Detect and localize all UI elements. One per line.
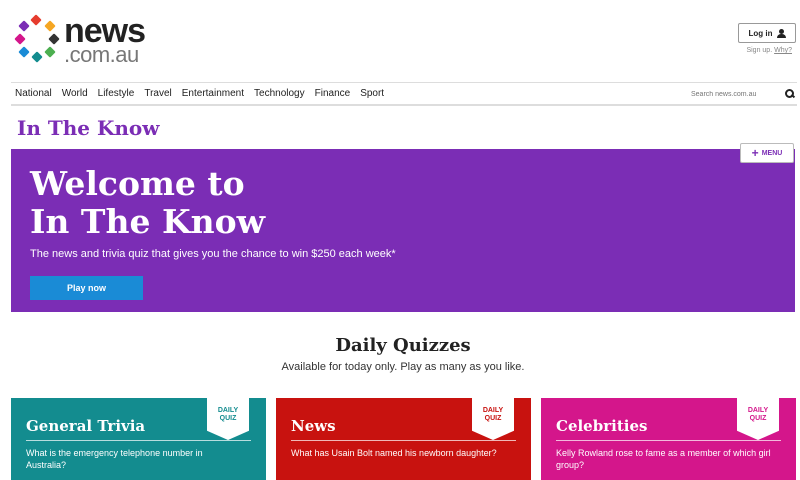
search-icon[interactable] bbox=[785, 89, 795, 99]
card-title: News bbox=[291, 417, 336, 435]
quiz-card-celebrities[interactable]: DAILY QUIZ Celebrities Kelly Rowland ros… bbox=[541, 398, 796, 480]
main-nav: National World Lifestyle Travel Entertai… bbox=[11, 82, 797, 106]
logo-dots-icon bbox=[14, 14, 60, 63]
nav-item-national[interactable]: National bbox=[15, 88, 52, 99]
menu-button[interactable]: + MENU bbox=[740, 143, 794, 163]
badge-line1: DAILY bbox=[747, 407, 769, 414]
card-question: What is the emergency telephone number i… bbox=[26, 448, 203, 470]
badge-line2: QUIZ bbox=[749, 415, 767, 422]
card-divider bbox=[26, 440, 251, 441]
badge-line1: DAILY bbox=[482, 407, 504, 414]
daily-quiz-badge: DAILY QUIZ bbox=[207, 398, 249, 440]
quiz-card-news[interactable]: DAILY QUIZ News What has Usain Bolt name… bbox=[276, 398, 531, 480]
login-button[interactable]: Log in bbox=[738, 23, 796, 43]
menu-label: MENU bbox=[761, 149, 783, 157]
badge-line1: DAILY bbox=[217, 407, 239, 414]
logo-word-com-au: .com.au bbox=[64, 42, 139, 67]
signup-line: Sign up. Why? bbox=[746, 47, 792, 54]
site-header: news .com.au Log in Sign up. Why? bbox=[0, 0, 800, 80]
nav-item-world[interactable]: World bbox=[62, 88, 88, 99]
page-title: In The Know bbox=[17, 116, 160, 140]
play-now-button[interactable]: Play now bbox=[30, 276, 143, 300]
card-divider bbox=[291, 440, 516, 441]
quiz-card-general-trivia[interactable]: DAILY QUIZ General Trivia What is the em… bbox=[11, 398, 266, 480]
signup-link[interactable]: Sign up. bbox=[746, 47, 772, 54]
daily-quizzes-title: Daily Quizzes bbox=[335, 335, 471, 356]
hero-title: Welcome to In The Know bbox=[30, 165, 265, 241]
nav-item-travel[interactable]: Travel bbox=[144, 88, 171, 99]
hero-title-line1: Welcome to bbox=[30, 164, 245, 203]
daily-quizzes-subtitle: Available for today only. Play as many a… bbox=[281, 361, 525, 373]
badge-line2: QUIZ bbox=[219, 415, 237, 422]
card-question: What has Usain Bolt named his newborn da… bbox=[291, 448, 497, 458]
plus-icon: + bbox=[751, 146, 759, 160]
nav-item-finance[interactable]: Finance bbox=[315, 88, 351, 99]
card-title: Celebrities bbox=[556, 417, 648, 435]
news-logo[interactable]: news .com.au bbox=[14, 12, 156, 67]
hero-banner: Welcome to In The Know The news and triv… bbox=[11, 149, 795, 312]
search-box bbox=[691, 83, 795, 105]
badge-line2: QUIZ bbox=[484, 415, 502, 422]
hero-subtitle: The news and trivia quiz that gives you … bbox=[30, 248, 396, 260]
user-icon bbox=[776, 28, 786, 38]
nav-item-lifestyle[interactable]: Lifestyle bbox=[98, 88, 135, 99]
daily-quiz-badge: DAILY QUIZ bbox=[472, 398, 514, 440]
search-input[interactable] bbox=[691, 90, 781, 98]
card-question: Kelly Rowland rose to fame as a member o… bbox=[556, 448, 771, 470]
nav-item-entertainment[interactable]: Entertainment bbox=[182, 88, 244, 99]
login-label: Log in bbox=[748, 28, 773, 38]
daily-quiz-badge: DAILY QUIZ bbox=[737, 398, 779, 440]
card-divider bbox=[556, 440, 781, 441]
why-link[interactable]: Why? bbox=[774, 47, 792, 54]
hero-title-line2: In The Know bbox=[30, 202, 266, 241]
nav-item-technology[interactable]: Technology bbox=[254, 88, 305, 99]
card-title: General Trivia bbox=[26, 417, 146, 435]
nav-item-sport[interactable]: Sport bbox=[360, 88, 384, 99]
